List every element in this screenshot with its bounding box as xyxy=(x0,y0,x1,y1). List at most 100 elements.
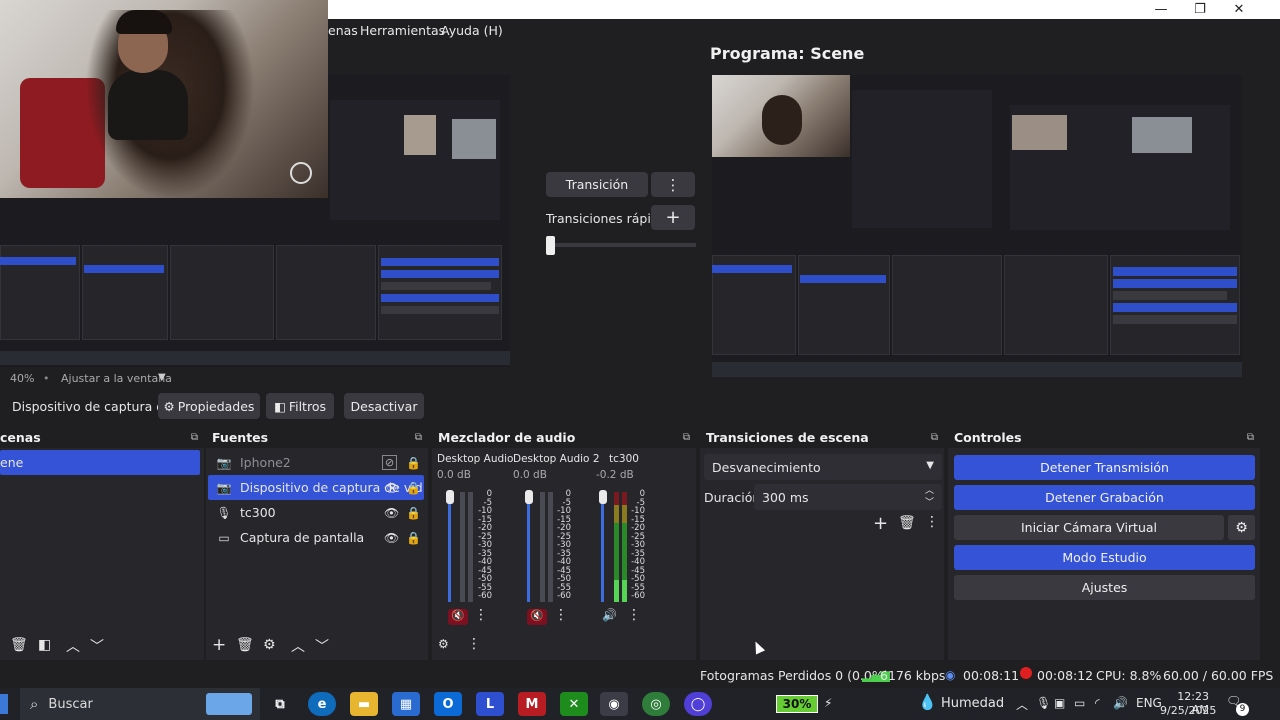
maximize-button[interactable]: ❐ xyxy=(1180,0,1220,19)
close-button[interactable]: ✕ xyxy=(1219,0,1259,19)
add-quick-transition-icon[interactable]: + xyxy=(651,205,695,230)
volume-slider-track[interactable] xyxy=(601,490,604,602)
source-row-capture-device[interactable]: 📷 Dispositivo de captura de vid 👁 🔒 xyxy=(208,475,424,500)
speaker-icon[interactable]: 🔊 xyxy=(602,608,617,622)
properties-button[interactable]: ⚙ Propiedades xyxy=(158,393,260,419)
scene-item[interactable]: ene xyxy=(0,450,200,475)
transition-slider-track[interactable] xyxy=(546,243,696,247)
studio-mode-button[interactable]: Modo Estudio xyxy=(954,545,1255,570)
wifi-icon[interactable]: ◜ xyxy=(1095,696,1100,710)
fit-window-label[interactable]: Ajustar a la ventana xyxy=(61,372,172,385)
transition-menu-icon[interactable]: ⋮ xyxy=(925,514,939,530)
eye-icon[interactable]: 👁 xyxy=(384,506,399,520)
menu-scenes[interactable]: enas xyxy=(328,23,358,38)
move-up-icon[interactable]: ︿ xyxy=(291,636,305,656)
task-view-icon[interactable]: ⧉ xyxy=(266,692,294,716)
l-app-icon[interactable]: L xyxy=(476,692,504,716)
transition-select[interactable]: Desvanecimiento ▼ xyxy=(704,454,942,480)
source-row-iphone2[interactable]: 📷 Iphone2 ⊘ 🔒 xyxy=(208,450,424,475)
stop-streaming-button[interactable]: Detener Transmisión xyxy=(954,455,1255,480)
stepper-icon[interactable]: ︿ ﹀ xyxy=(925,485,934,509)
duration-spinbox[interactable]: 300 ms ︿ ﹀ xyxy=(754,484,942,510)
camera-tray-icon[interactable]: ▣ xyxy=(1054,696,1065,710)
zoom-level[interactable]: 40% xyxy=(10,372,34,385)
filters-button[interactable]: ◧ Filtros xyxy=(266,393,334,419)
volume-slider-knob[interactable] xyxy=(599,490,607,504)
remove-transition-icon[interactable]: 🗑 xyxy=(898,515,916,531)
filters-label: Filtros xyxy=(288,398,326,414)
microphone-tray-icon[interactable]: 🎙 xyxy=(1036,696,1051,710)
dock-undock-icon[interactable]: ⧉ xyxy=(191,428,198,448)
store-icon[interactable]: ▦ xyxy=(392,692,420,716)
transition-button[interactable]: Transición xyxy=(546,172,648,197)
source-row-screen-capture[interactable]: ▭ Captura de pantalla 👁 🔒 xyxy=(208,525,424,550)
scene-filters-icon[interactable]: ◧ xyxy=(38,637,51,653)
remove-source-icon[interactable]: 🗑 xyxy=(236,637,254,653)
transition-menu-icon[interactable]: ⋮ xyxy=(651,172,695,197)
obs-icon[interactable]: ◉ xyxy=(600,692,628,716)
dock-undock-icon[interactable]: ⧉ xyxy=(683,428,690,448)
dock-undock-icon[interactable]: ⧉ xyxy=(415,428,422,448)
dock-undock-icon[interactable]: ⧉ xyxy=(1247,428,1254,448)
eye-hidden-icon[interactable]: ⊘ xyxy=(382,455,398,470)
monitor-icon: ▭ xyxy=(218,530,230,545)
source-label: tc300 xyxy=(240,505,276,520)
mute-icon[interactable]: 🔇 xyxy=(448,609,468,625)
taskbar-search[interactable]: ⌕ Buscar xyxy=(20,688,260,720)
volume-tray-icon[interactable]: 🔊 xyxy=(1113,696,1128,710)
minimize-button[interactable]: — xyxy=(1141,0,1181,19)
virtual-camera-settings-icon[interactable]: ⚙ xyxy=(1228,515,1255,540)
source-settings-icon[interactable]: ⚙ xyxy=(263,637,276,653)
move-down-icon[interactable]: ﹀ xyxy=(90,636,104,656)
weather-label[interactable]: Humedad xyxy=(941,696,1004,711)
mixer-menu-icon[interactable]: ⋮ xyxy=(467,636,481,652)
deactivate-button[interactable]: Desactivar xyxy=(344,393,424,419)
move-down-icon[interactable]: ﹀ xyxy=(315,636,329,656)
lock-icon[interactable]: 🔒 xyxy=(406,531,421,545)
file-explorer-icon[interactable]: ▬ xyxy=(350,692,378,716)
channel-menu-icon[interactable]: ⋮ xyxy=(554,607,568,623)
battery-indicator[interactable]: 30% xyxy=(776,695,818,713)
edge-icon[interactable]: e xyxy=(308,692,336,716)
level-meter xyxy=(548,492,553,602)
eye-icon[interactable]: 👁 xyxy=(384,481,399,495)
move-up-icon[interactable]: ︿ xyxy=(66,636,80,656)
mcafee-icon[interactable]: M xyxy=(518,692,546,716)
channel-menu-icon[interactable]: ⋮ xyxy=(474,607,488,623)
add-source-icon[interactable]: + xyxy=(212,635,226,655)
language-indicator[interactable]: ENG xyxy=(1136,696,1162,710)
lock-icon[interactable]: 🔒 xyxy=(406,506,421,520)
volume-slider-knob[interactable] xyxy=(525,490,533,504)
lock-icon[interactable]: 🔒 xyxy=(406,481,421,495)
stop-recording-button[interactable]: Detener Grabación xyxy=(954,485,1255,510)
clock-date[interactable]: 9/25/2025 xyxy=(1160,704,1216,717)
mixer-settings-icon[interactable]: ⚙ xyxy=(438,637,449,651)
add-transition-icon[interactable]: + xyxy=(873,513,888,534)
menu-help[interactable]: Ayuda (H) xyxy=(441,23,503,38)
remove-scene-icon[interactable]: 🗑 xyxy=(10,637,28,653)
bitrate: 6176 kbps xyxy=(880,668,946,683)
lock-icon[interactable]: 🔒 xyxy=(406,456,421,470)
volume-slider-track[interactable] xyxy=(527,490,530,602)
volume-slider-knob[interactable] xyxy=(446,490,454,504)
eye-icon[interactable]: 👁 xyxy=(384,531,399,545)
outlook-icon[interactable]: O xyxy=(434,692,462,716)
dock-undock-icon[interactable]: ⧉ xyxy=(931,428,938,448)
person-shirt xyxy=(108,70,188,140)
start-button[interactable] xyxy=(0,694,8,714)
transition-slider-handle[interactable] xyxy=(546,236,555,255)
source-row-tc300[interactable]: 🎙 tc300 👁 🔒 xyxy=(208,500,424,525)
chevron-up-icon[interactable]: ︿ xyxy=(1016,696,1028,713)
channel-menu-icon[interactable]: ⋮ xyxy=(627,607,641,623)
app-circle-icon[interactable]: ◯ xyxy=(684,692,712,716)
start-virtual-camera-button[interactable]: Iniciar Cámara Virtual xyxy=(954,515,1224,540)
chrome-icon[interactable]: ◎ xyxy=(642,692,670,716)
mute-icon[interactable]: 🔇 xyxy=(527,609,547,625)
chevron-down-icon[interactable]: ▼ xyxy=(158,372,166,383)
volume-slider-track[interactable] xyxy=(448,490,451,602)
transitions-dock-header: Transiciones de escena ⧉ xyxy=(700,428,944,448)
xbox-icon[interactable]: ✕ xyxy=(560,692,588,716)
settings-button[interactable]: Ajustes xyxy=(954,575,1255,600)
menu-tools[interactable]: Herramientas xyxy=(360,23,445,38)
battery-tray-icon[interactable]: ▭ xyxy=(1074,696,1085,710)
